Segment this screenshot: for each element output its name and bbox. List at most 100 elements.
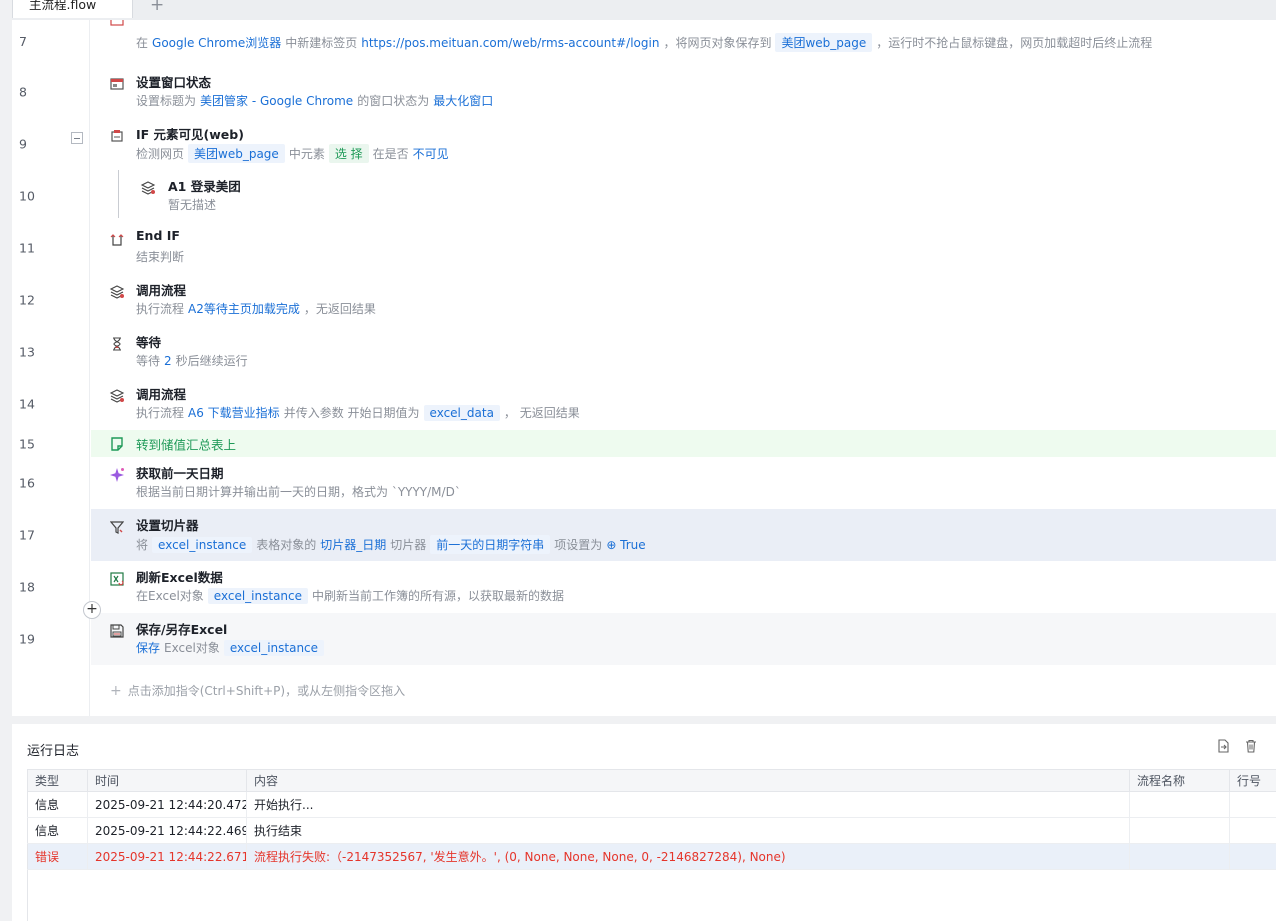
step-param[interactable]: A2等待主页加载完成 <box>188 300 300 317</box>
log-cell: 2025-09-21 12:44:22.469 <box>87 817 247 844</box>
line-number: 14 <box>19 396 35 412</box>
log-column-header[interactable]: 流程名称 <box>1129 769 1230 792</box>
step-param[interactable]: ⊕ True <box>606 538 645 552</box>
step-text: 结束判断 <box>136 250 185 264</box>
export-log-icon[interactable] <box>1216 738 1230 757</box>
flow-step-row[interactable]: 13 等待 等待 2 秒后继续运行 <box>12 326 1276 378</box>
log-table: 类型 时间 内容 流程名称 行号 信息 2025-09-21 12:44:20.472 开始… <box>27 769 1276 870</box>
line-number: 10 <box>19 188 35 204</box>
log-column-header[interactable]: 时间 <box>87 769 247 792</box>
step-description: 保存 Excel对象 excel_instance <box>136 639 325 656</box>
flow-step-row[interactable]: 7 在 Google Chrome浏览器 中新建标签页 https://pos.meit… <box>12 20 1276 62</box>
log-column-header[interactable]: 内容 <box>246 769 1130 792</box>
step-param[interactable]: 美团web_page <box>188 144 285 163</box>
add-hint-text: 点击添加指令(Ctrl+Shift+P)，或从左侧指令区拖入 <box>127 684 406 698</box>
line-number: 7 <box>19 34 27 49</box>
step-param[interactable]: 不可见 <box>413 145 449 162</box>
step-icon <box>109 336 125 352</box>
step-text: 中新建标签页 <box>285 36 358 50</box>
step-title: End IF <box>136 228 180 243</box>
step-icon <box>109 519 125 535</box>
line-number: 11 <box>19 240 35 256</box>
log-row[interactable]: 信息 2025-09-21 12:44:20.472 开始执行... <box>27 791 1276 818</box>
log-cell: 信息 <box>27 791 88 818</box>
step-title: 刷新Excel数据 <box>136 570 223 585</box>
clear-log-icon[interactable] <box>1244 738 1258 757</box>
step-icon <box>109 436 125 452</box>
step-param[interactable]: 前一天的日期字符串 <box>430 535 551 554</box>
log-cell <box>1129 791 1230 818</box>
step-param[interactable]: 最大化窗口 <box>433 92 493 109</box>
step-param[interactable]: excel_instance <box>207 587 309 604</box>
step-param[interactable]: 美团web_page <box>775 33 873 52</box>
flow-step-row[interactable]: 12 调用流程 执行流程 A2等待主页加载完成 ，无返回结果 <box>12 274 1276 326</box>
step-text: 中刷新当前工作簿的所有源，以获取最新的数据 <box>312 589 565 603</box>
tab-main-flow[interactable]: 主流程.flow <box>12 0 133 18</box>
log-cell <box>1129 843 1230 870</box>
insert-step-button[interactable]: + <box>83 601 101 619</box>
step-title: 保存/另存Excel <box>136 622 228 637</box>
step-param[interactable]: 美团管家 - Google Chrome <box>200 92 353 109</box>
flow-step-row[interactable]: 19 保存/另存Excel 保存 Excel对象 excel_instance <box>12 613 1276 665</box>
flow-editor: 7 在 Google Chrome浏览器 中新建标签页 https://pos.meit… <box>12 20 1276 716</box>
flow-step-row[interactable]: 16 获取前一天日期 根据当前日期计算并输出前一天的日期，格式为 `YYYY/M/D… <box>12 457 1276 509</box>
step-description: 暂无描述 <box>168 196 216 213</box>
step-text: 检测网页 <box>136 147 185 161</box>
log-cell: 开始执行... <box>246 791 1130 818</box>
flow-step-row[interactable]: 10 A1 登录美团 暂无描述 <box>12 170 1276 222</box>
step-content <box>91 222 1276 274</box>
step-text: ， 无返回结果 <box>503 406 580 420</box>
step-text: 在是否 <box>372 147 409 161</box>
step-param[interactable]: excel_data <box>423 404 500 421</box>
step-icon <box>140 180 156 196</box>
step-param[interactable]: A6 下载营业指标 <box>188 404 280 421</box>
step-param[interactable]: 2 <box>164 354 172 368</box>
step-title: A1 登录美团 <box>168 179 241 194</box>
run-log-panel: 运行日志 类型 时间 内容 流程名称 行号 信息 2025-09-21 12:44:20.… <box>12 724 1276 921</box>
step-param[interactable]: Google Chrome浏览器 <box>152 34 281 51</box>
log-cell <box>1129 817 1230 844</box>
step-param[interactable]: excel_instance <box>223 639 325 656</box>
step-icon <box>109 284 125 300</box>
add-tab-button[interactable]: + <box>150 0 164 14</box>
add-instruction-hint[interactable]: + 点击添加指令(Ctrl+Shift+P)，或从左侧指令区拖入 <box>110 682 405 699</box>
step-text: 将 <box>136 538 149 552</box>
flow-step-row[interactable]: 18 刷新Excel数据 在Excel对象 excel_instance 中刷新当前工作… <box>12 561 1276 613</box>
step-description: 在Excel对象 excel_instance 中刷新当前工作簿的所有源，以获取最新… <box>136 587 564 604</box>
step-text: 的窗口状态为 <box>357 94 430 108</box>
step-icon <box>109 76 125 92</box>
log-cell <box>1229 791 1276 818</box>
step-param[interactable]: https://pos.meituan.com/web/rms-account#… <box>361 36 659 50</box>
step-title: 等待 <box>136 335 162 350</box>
step-text: ，运行时不抢占鼠标键盘，网页加载超时后终止流程 <box>876 36 1153 50</box>
log-row[interactable]: 信息 2025-09-21 12:44:22.469 执行结束 <box>27 817 1276 844</box>
step-param[interactable]: 保存 <box>136 639 160 656</box>
step-param[interactable]: 选 择 <box>328 144 369 163</box>
tab-strip: 主流程.flow + <box>12 0 1276 20</box>
log-cell <box>1229 817 1276 844</box>
flow-step-row[interactable]: 17 设置切片器将 excel_instance 表格对象的 切片器_日期 切片器 前一天的… <box>12 509 1276 561</box>
step-param[interactable]: 切片器_日期 <box>320 536 386 553</box>
flow-step-row[interactable]: 8 设置窗口状态 设置标题为 美团管家 - Google Chrome 的窗口状态为 最大… <box>12 66 1276 118</box>
log-column-header[interactable]: 行号 <box>1229 769 1276 792</box>
flow-step-row[interactable]: 9 IF 元素可见(web) 检测网页 美团web_page 中元素选 择在是否 不可见 <box>12 118 1276 170</box>
log-column-header[interactable]: 类型 <box>27 769 88 792</box>
step-text: ，将网页对象保存到 <box>663 36 772 50</box>
step-description: 根据当前日期计算并输出前一天的日期，格式为 `YYYY/M/D` <box>136 483 461 500</box>
step-param[interactable]: excel_instance <box>152 536 253 553</box>
log-cell: 执行结束 <box>246 817 1130 844</box>
step-icon <box>109 232 125 248</box>
comment-text: 转到储值汇总表上 <box>136 437 237 452</box>
flow-step-row[interactable]: 14 调用流程 执行流程 A6 下载营业指标 并传入参数 开始日期值为 excel_dat… <box>12 378 1276 430</box>
step-description: 结束判断 <box>136 248 184 265</box>
step-title: 调用流程 <box>136 387 187 402</box>
flow-step-row[interactable]: 15 转到储值汇总表上 <box>12 430 1276 457</box>
collapse-if-button[interactable] <box>71 132 83 144</box>
log-empty-area <box>27 870 1276 921</box>
step-text: 在 <box>136 36 149 50</box>
flow-step-row[interactable]: 11 End IF 结束判断 <box>12 222 1276 274</box>
line-number: 16 <box>19 475 35 491</box>
step-icon <box>109 388 125 404</box>
log-row[interactable]: 错误 2025-09-21 12:44:22.671 流程执行失败:（-214735… <box>27 843 1276 870</box>
step-text: 暂无描述 <box>168 198 217 212</box>
